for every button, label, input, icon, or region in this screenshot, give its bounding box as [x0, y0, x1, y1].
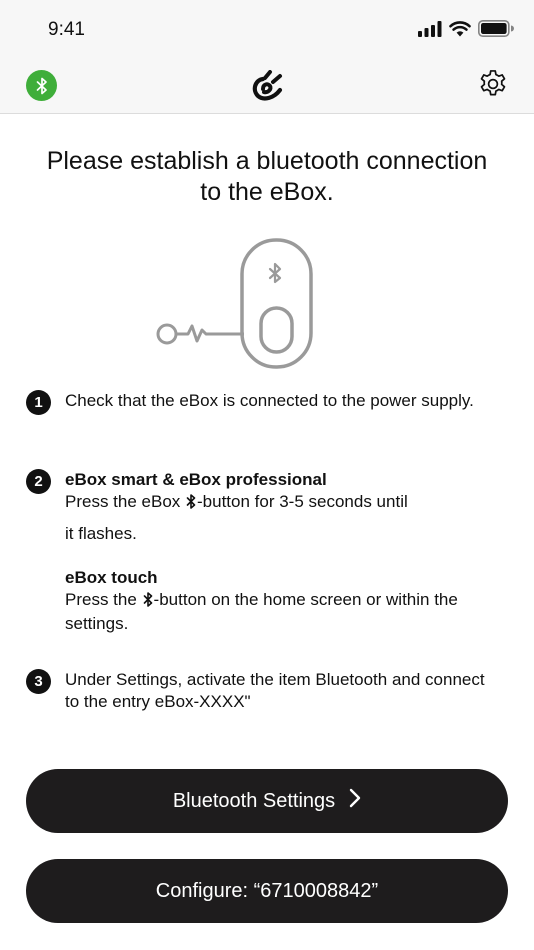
wifi-icon	[449, 20, 471, 42]
step-number: 2	[26, 469, 51, 494]
chevron-right-icon	[349, 788, 361, 814]
settings-button[interactable]	[475, 68, 511, 104]
step-number: 3	[26, 669, 51, 694]
ebox-illustration	[150, 236, 320, 371]
configure-button[interactable]: Configure: “6710008842”	[26, 859, 508, 923]
bluetooth-icon	[186, 493, 196, 515]
step-text: eBox smart & eBox professional Press the…	[65, 469, 495, 635]
battery-icon	[478, 20, 514, 42]
main-content: Please establish a bluetooth connection …	[0, 114, 534, 950]
nav-bar	[0, 60, 534, 113]
bluetooth-icon	[143, 591, 153, 613]
step-text: Under Settings, activate the item Blueto…	[65, 669, 495, 713]
step-2-text-smart-part1: Press the eBox	[65, 492, 181, 511]
brand-logo-icon	[250, 70, 286, 102]
configure-label: Configure: “6710008842”	[155, 879, 379, 902]
step-3-text: Under Settings, activate the item Blueto…	[65, 670, 485, 711]
status-icons	[418, 20, 514, 42]
bluetooth-settings-button[interactable]: Bluetooth Settings	[26, 769, 508, 833]
gear-icon	[477, 68, 509, 105]
step-number: 1	[26, 390, 51, 415]
signal-icon	[418, 20, 442, 42]
step-text: Check that the eBox is connected to the …	[65, 390, 495, 412]
step-2-text-smart-part2: -button for 3-5 seconds until	[197, 492, 408, 511]
step-2-text-smart-line2: it flashes.	[65, 524, 137, 543]
step-1-text: Check that the eBox is connected to the …	[65, 391, 474, 410]
step-2-heading-smart: eBox smart & eBox professional	[65, 470, 327, 489]
status-time: 9:41	[48, 19, 85, 40]
top-area: 9:41	[0, 0, 534, 114]
page-title: Please establish a bluetooth connection …	[46, 147, 488, 206]
status-bar: 9:41	[0, 0, 534, 60]
bluetooth-connected-icon[interactable]	[26, 70, 57, 101]
step-2-text-touch: Press the -button on the home screen or …	[65, 589, 495, 635]
step-2-text-smart: Press the eBox -button for 3-5 seconds u…	[65, 491, 495, 515]
step-2-text-touch-part1: Press the	[65, 590, 137, 609]
step-2-heading-touch: eBox touch	[65, 568, 158, 587]
bluetooth-settings-label: Bluetooth Settings	[172, 789, 336, 812]
